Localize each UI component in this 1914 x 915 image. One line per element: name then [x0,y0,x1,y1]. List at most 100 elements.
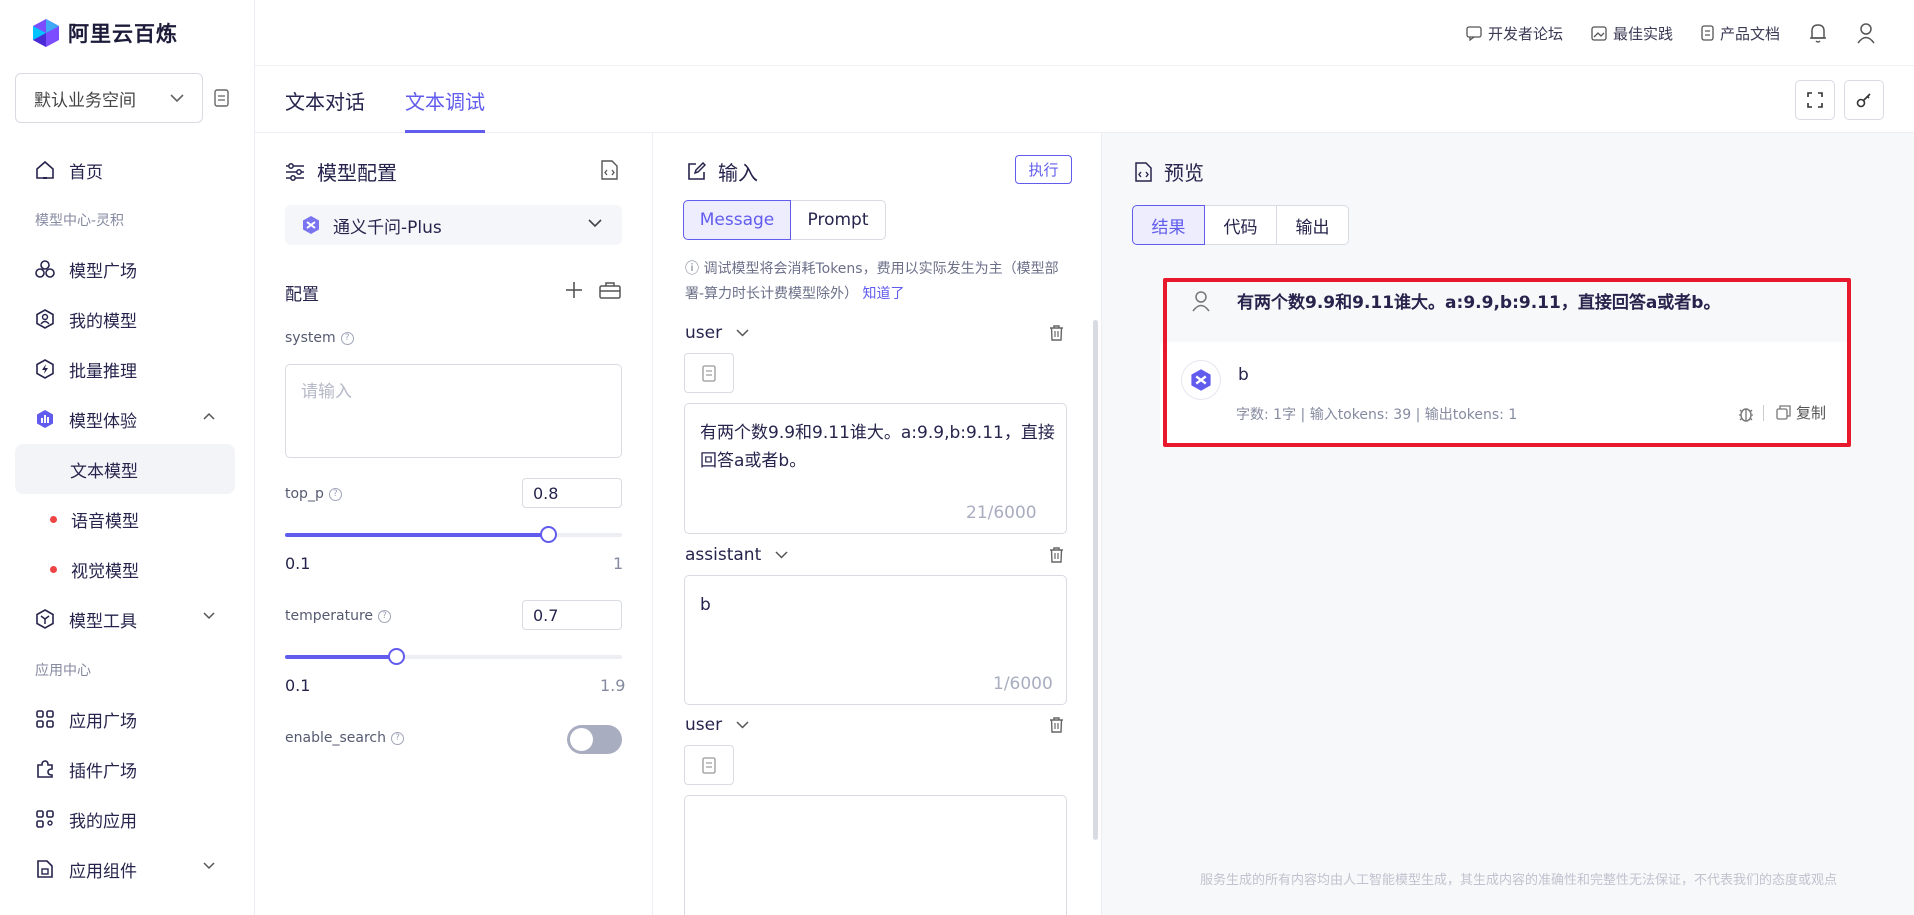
message-role-label: user [685,323,723,343]
execute-button[interactable]: 执行 [1015,155,1072,184]
nav-model-tools[interactable]: 模型工具 [15,594,235,644]
nav-text-model[interactable]: 文本模型 [15,444,235,494]
nav-text-model-label: 文本模型 [70,461,138,482]
message-role-label: assistant [685,545,762,565]
nav-voice-model[interactable]: 语音模型 [15,494,235,544]
workspace-select[interactable]: 默认业务空间 [15,73,203,123]
trash-icon[interactable] [1049,717,1064,733]
chart-hexagon-icon [37,410,53,428]
qwen-logo-icon [303,216,319,234]
document-icon[interactable] [214,89,229,107]
message-input[interactable] [684,795,1067,915]
model-select[interactable]: 通义千问-Plus [285,205,622,245]
token-notice: ⓘ 调试模型将会消耗Tokens，费用以实际发生为主（模型部署-算力时长计费模型… [685,261,1059,302]
link-product-docs[interactable]: 产品文档 [1701,23,1780,44]
bell-icon[interactable] [1808,22,1828,44]
attach-file-button[interactable] [684,745,734,785]
config-section-title: 配置 [285,285,319,305]
top-p-slider[interactable] [285,526,622,543]
top-p-slider-handle[interactable] [539,526,557,543]
temperature-slider-fill [285,655,397,659]
input-title: 输入 [687,157,758,186]
plus-icon[interactable] [565,281,583,299]
message-role-select[interactable]: user [685,715,749,735]
chat-icon [1466,25,1482,41]
link-developer-forum[interactable]: 开发者论坛 [1466,23,1563,44]
preview-tab-output[interactable]: 输出 [1276,205,1349,245]
document-icon [1701,25,1714,41]
system-input[interactable]: 请输入 [285,364,622,458]
puzzle-icon [37,760,53,778]
new-dot [50,565,57,573]
temperature-slider[interactable] [285,648,622,665]
preview-tab-code[interactable]: 代码 [1204,205,1277,245]
char-count: 21/6000 [966,503,1037,523]
key-icon [1856,93,1871,108]
link-best-practice-label: 最佳实践 [1612,24,1673,43]
system-label-row: system? [285,330,354,346]
user-icon[interactable] [1856,22,1876,44]
attach-file-button[interactable] [684,353,734,393]
sliders-icon [286,162,304,181]
tab-text-chat[interactable]: 文本对话 [285,86,365,115]
nav-my-models-label: 我的模型 [69,311,137,332]
message-role-select[interactable]: user [685,323,749,343]
nav-app-square-label: 应用广场 [69,711,137,732]
nav-app-square[interactable]: 应用广场 [15,694,235,744]
nav-model-experience[interactable]: 模型体验 [15,394,235,444]
toolbox-icon[interactable] [599,281,621,299]
workspace-label: 默认业务空间 [34,90,136,111]
brand-logo[interactable]: 阿里云百炼 [32,18,178,48]
input-scrollbar[interactable] [1093,320,1098,840]
mode-prompt[interactable]: Prompt [790,200,886,240]
link-settings-button[interactable] [1844,80,1884,120]
help-icon[interactable]: ? [340,331,354,345]
nav-section-model-center: 模型中心-灵积 [35,213,125,229]
chevron-down-icon [736,721,749,729]
nav-voice-model-label: 语音模型 [71,511,139,532]
trash-icon[interactable] [1049,547,1064,563]
link-best-practice[interactable]: 最佳实践 [1591,23,1673,44]
nav-my-apps[interactable]: 我的应用 [15,794,235,844]
top-p-label-row: top_p? [285,486,342,502]
cubes-icon [35,260,55,278]
message-role-label: user [685,715,723,735]
message-role-select[interactable]: assistant [685,545,788,565]
help-icon[interactable]: ? [390,731,404,745]
message-text: b [700,595,711,615]
top-p-slider-fill [285,533,548,537]
fullscreen-icon [1807,92,1823,108]
nav-vision-model[interactable]: 视觉模型 [15,544,235,594]
system-label: system [285,330,336,346]
nav-plugin-square[interactable]: 插件广场 [15,744,235,794]
fullscreen-button[interactable] [1795,80,1835,120]
top-p-input[interactable]: 0.8 [522,478,622,508]
temperature-slider-handle[interactable] [388,648,406,665]
nav-my-models[interactable]: 我的模型 [15,294,235,344]
preview-tab-result[interactable]: 结果 [1132,205,1205,245]
nav-model-tools-label: 模型工具 [69,611,137,632]
code-file-icon[interactable] [601,160,618,180]
nav-home[interactable]: 首页 [15,145,235,195]
message-text: 有两个数9.9和9.11谁大。a:9.9,b:9.11，直接回答a或者b。 [700,423,1055,471]
enable-search-toggle[interactable] [567,725,622,754]
tab-text-debug[interactable]: 文本调试 [405,86,485,115]
nav-app-components[interactable]: 应用组件 [15,844,235,894]
input-title-label: 输入 [718,161,758,185]
chevron-down-icon [203,612,215,620]
nav-model-square[interactable]: 模型广场 [15,244,235,294]
chevron-up-icon [203,412,215,420]
image-icon [1591,25,1607,41]
file-icon [702,364,716,382]
help-icon[interactable]: ? [378,609,391,623]
help-icon[interactable]: ? [328,487,342,501]
mode-message[interactable]: Message [683,200,791,240]
nav-batch-inference[interactable]: 批量推理 [15,344,235,394]
preview-title-label: 预览 [1164,161,1204,185]
highlight-box [1163,278,1851,447]
token-notice-ack-link[interactable]: 知道了 [863,286,905,302]
hexagon-user-icon [36,309,54,329]
trash-icon[interactable] [1049,325,1064,341]
temperature-input[interactable]: 0.7 [522,600,622,630]
lightning-icon [36,359,54,379]
